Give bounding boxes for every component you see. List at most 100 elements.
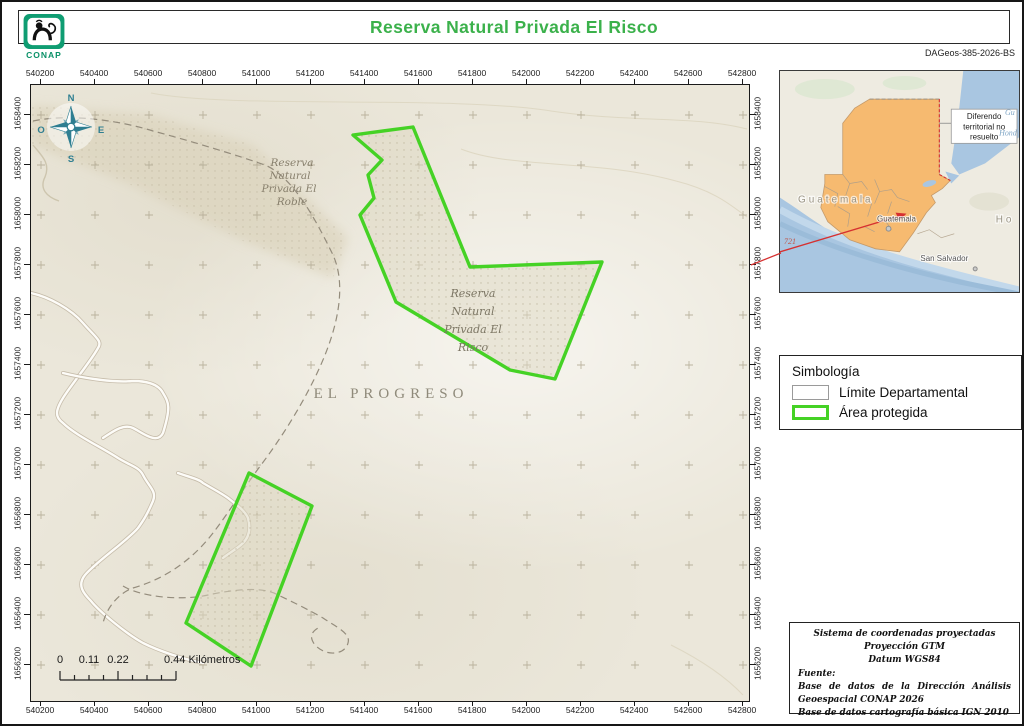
- tick-mark: [24, 514, 30, 516]
- tick-mark: [256, 701, 258, 706]
- legend-item-departmental-limit: Límite Departamental: [792, 385, 1009, 400]
- departmental-limit-swatch: [792, 385, 829, 400]
- san-salvador-dot: [972, 266, 978, 272]
- legend: Simbología Límite Departamental Área pro…: [779, 355, 1022, 430]
- tick-mark: [40, 701, 42, 706]
- x-coordinate-label: 540800: [187, 705, 217, 715]
- tick-mark: [750, 314, 756, 316]
- forest-patch: [882, 76, 927, 91]
- svg-text:Roble: Roble: [276, 196, 308, 208]
- x-coordinate-label: 540400: [79, 68, 109, 78]
- tick-mark: [24, 464, 30, 466]
- tick-mark: [24, 314, 30, 316]
- svg-text:Risco: Risco: [457, 341, 489, 354]
- conap-logo-text: CONAP: [26, 50, 62, 60]
- tick-mark: [24, 114, 30, 116]
- x-coordinate-label: 541800: [457, 68, 487, 78]
- tick-mark: [148, 701, 150, 706]
- honduras-label-fragment: Ho: [996, 215, 1015, 226]
- svg-text:Privada El: Privada El: [261, 183, 317, 195]
- tick-mark: [364, 701, 366, 706]
- tick-mark: [310, 701, 312, 706]
- legend-title: Simbología: [792, 364, 860, 379]
- country-label: Guatemala: [798, 195, 874, 206]
- tick-mark: [750, 514, 756, 516]
- x-coordinate-label: 542200: [565, 705, 595, 715]
- x-coordinate-label: 540600: [133, 705, 163, 715]
- x-coordinate-label: 541000: [241, 705, 271, 715]
- forest-patch: [794, 79, 855, 100]
- tick-mark: [418, 79, 420, 84]
- source-line: Base de datos de la Dirección Análisis G…: [798, 681, 1011, 705]
- x-coordinate-label: 542400: [619, 68, 649, 78]
- tick-mark: [94, 701, 96, 706]
- document-id: DAGeos-385-2026-BS: [924, 48, 1015, 58]
- tick-mark: [364, 79, 366, 84]
- tick-mark: [24, 664, 30, 666]
- tick-mark: [580, 701, 582, 706]
- source-label: Fuente:: [798, 668, 836, 679]
- x-coordinate-label: 542000: [511, 705, 541, 715]
- tick-mark: [418, 701, 420, 706]
- hills-patch: [969, 192, 1010, 211]
- scale-bar-graphic: [59, 671, 177, 681]
- tick-mark: [202, 701, 204, 706]
- tick-mark: [526, 701, 528, 706]
- x-coordinate-label: 542400: [619, 705, 649, 715]
- tick-mark: [24, 614, 30, 616]
- svg-text:Reserva: Reserva: [450, 287, 496, 300]
- x-coordinate-label: 542600: [673, 705, 703, 715]
- tick-mark: [742, 701, 744, 706]
- dispute-note-line: resuelto: [970, 132, 999, 141]
- san-salvador-label: San Salvador: [920, 254, 968, 263]
- x-coordinate-label: 540200: [25, 705, 55, 715]
- tick-mark: [750, 114, 756, 116]
- svg-text:Natural: Natural: [268, 170, 310, 182]
- y-coordinate-label: 1656800: [12, 496, 23, 531]
- tick-mark: [750, 564, 756, 566]
- tick-mark: [688, 701, 690, 706]
- tick-mark: [24, 264, 30, 266]
- tick-mark: [24, 364, 30, 366]
- tick-mark: [148, 79, 150, 84]
- x-coordinate-label: 541600: [403, 705, 433, 715]
- y-coordinate-label: 1658200: [12, 146, 23, 181]
- x-coordinate-label: 542800: [727, 68, 757, 78]
- tick-mark: [634, 701, 636, 706]
- x-coordinate-label: 542600: [673, 68, 703, 78]
- tick-mark: [24, 164, 30, 166]
- y-coordinate-label: 1656400: [12, 596, 23, 631]
- dispute-note-line: Diferendo: [967, 112, 1002, 121]
- source-line: Base de datos cartografía básica IGN 201…: [798, 708, 1009, 719]
- x-coordinate-label: 541200: [295, 705, 325, 715]
- conap-logo: CONAP: [21, 14, 67, 60]
- department-label: EL PROGRESO: [314, 386, 469, 402]
- tick-mark: [310, 79, 312, 84]
- tick-mark: [750, 164, 756, 166]
- y-coordinate-label: 1656200: [12, 646, 23, 681]
- tick-mark: [202, 79, 204, 84]
- tick-mark: [40, 79, 42, 84]
- x-coordinate-label: 541000: [241, 68, 271, 78]
- y-coordinate-label: 1658000: [12, 196, 23, 231]
- tick-mark: [24, 414, 30, 416]
- x-coordinate-label: 541200: [295, 68, 325, 78]
- main-map: N E S O Reserva Natural Privada El Roble…: [30, 84, 750, 702]
- x-coordinate-label: 540600: [133, 68, 163, 78]
- x-coordinate-label: 541600: [403, 68, 433, 78]
- compass-south-label: S: [68, 154, 74, 165]
- contour-line: [670, 644, 744, 696]
- sea-label-fragment: Hond: [998, 128, 1018, 137]
- scale-bar: 0 0.11 0.22 0.44 Kilómetros: [52, 654, 287, 690]
- x-coordinate-label: 540200: [25, 68, 55, 78]
- x-coordinate-label: 541400: [349, 68, 379, 78]
- tick-mark: [750, 364, 756, 366]
- contour-line: [150, 92, 748, 130]
- tick-mark: [742, 79, 744, 84]
- svg-text:Reserva: Reserva: [270, 157, 314, 169]
- tick-mark: [750, 464, 756, 466]
- capital-city-dot: [885, 225, 892, 232]
- x-coordinate-label: 540800: [187, 68, 217, 78]
- tick-mark: [24, 564, 30, 566]
- page-title: Reserva Natural Privada El Risco: [369, 16, 659, 37]
